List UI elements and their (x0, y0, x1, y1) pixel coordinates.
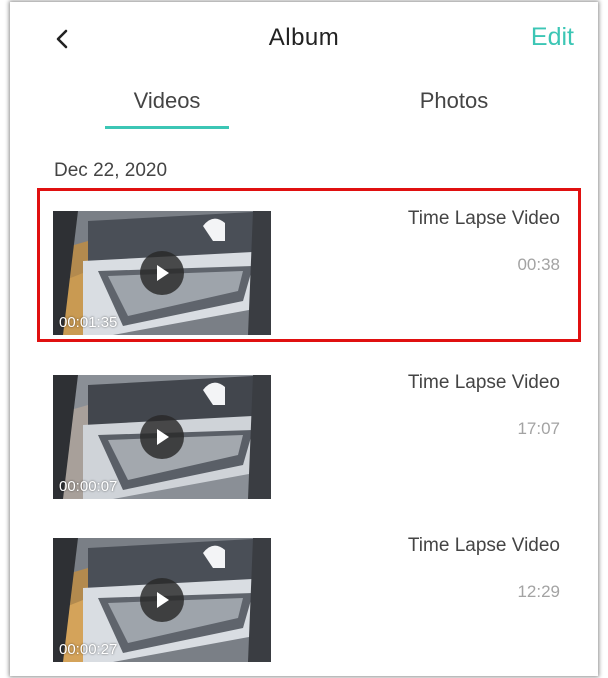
video-time: 12:29 (517, 582, 560, 601)
active-tab-indicator (105, 126, 229, 129)
video-thumbnail: 00:00:27 (53, 538, 271, 662)
play-button[interactable] (140, 578, 184, 622)
video-title: Time Lapse Video (407, 372, 560, 393)
video-list-item[interactable]: 00:00:27 Time Lapse Video 12:29 (10, 521, 598, 662)
video-list-item[interactable]: 00:00:07 Time Lapse Video 17:07 (10, 358, 598, 499)
album-screen: Album Edit Videos Photos Dec 22, 2020 00… (10, 2, 598, 676)
play-icon (157, 592, 169, 608)
video-duration: 00:00:07 (59, 478, 118, 495)
video-time: 17:07 (517, 419, 560, 438)
tab-videos[interactable]: Videos (87, 88, 247, 114)
tab-photos[interactable]: Photos (374, 88, 534, 114)
video-title: Time Lapse Video (407, 535, 560, 556)
selection-highlight (37, 188, 581, 342)
page-title: Album (268, 24, 340, 51)
video-duration: 00:00:27 (59, 641, 118, 658)
section-date-header: Dec 22, 2020 (54, 160, 168, 181)
edit-button[interactable]: Edit (531, 23, 574, 52)
tab-bar: Videos Photos (10, 82, 598, 132)
video-thumbnail: 00:00:07 (53, 375, 271, 499)
play-button[interactable] (140, 415, 184, 459)
top-bar: Album Edit (10, 2, 598, 72)
play-icon (157, 429, 169, 445)
